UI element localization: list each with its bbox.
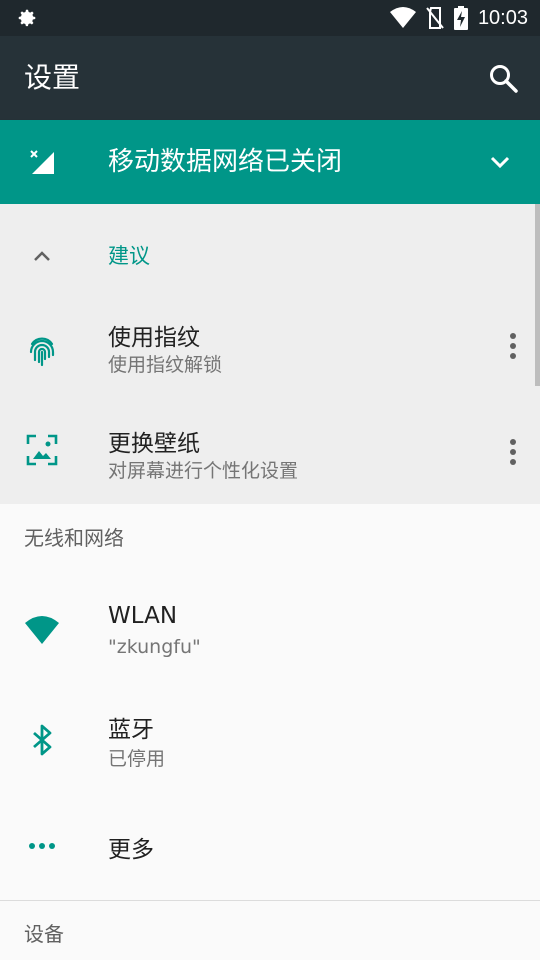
suggestions-header[interactable]: 建议 bbox=[0, 204, 540, 304]
setting-bluetooth[interactable]: 蓝牙 已停用 bbox=[0, 690, 540, 800]
section-header-wireless: 无线和网络 bbox=[24, 526, 124, 550]
page-title: 设置 bbox=[24, 61, 81, 94]
bluetooth-icon bbox=[33, 724, 52, 756]
mobile-data-off-icon bbox=[30, 150, 54, 174]
more-vert-icon[interactable] bbox=[508, 332, 518, 362]
wifi-signal-icon bbox=[389, 7, 416, 28]
setting-wlan[interactable]: WLAN "zkungfu" bbox=[0, 570, 540, 690]
settings-gear-icon bbox=[18, 9, 36, 27]
suggestion-subtitle: 对屏幕进行个性化设置 bbox=[108, 460, 299, 482]
section-divider bbox=[0, 900, 540, 901]
search-icon[interactable] bbox=[488, 63, 518, 93]
suggestion-title: 使用指纹 bbox=[108, 325, 200, 351]
status-bar: 10:03 bbox=[0, 0, 540, 36]
clock: 10:03 bbox=[477, 6, 528, 29]
chevron-down-icon[interactable] bbox=[488, 150, 512, 174]
mobile-data-off-banner[interactable]: 移动数据网络已关闭 bbox=[0, 120, 540, 204]
suggestion-fingerprint[interactable]: 使用指纹 使用指纹解锁 bbox=[0, 304, 540, 404]
suggestions-label: 建议 bbox=[108, 244, 150, 268]
suggestion-wallpaper[interactable]: 更换壁纸 对屏幕进行个性化设置 bbox=[0, 404, 540, 504]
suggestions-panel: 建议 使用指纹 使用指纹解锁 更换壁纸 对屏幕进行个性化设置 bbox=[0, 204, 540, 504]
setting-title: WLAN bbox=[108, 603, 178, 629]
fingerprint-icon bbox=[29, 337, 55, 367]
setting-subtitle: 已停用 bbox=[108, 748, 166, 770]
scrollbar[interactable] bbox=[535, 204, 540, 386]
chevron-up-icon[interactable] bbox=[30, 244, 54, 268]
more-horiz-icon bbox=[29, 843, 55, 849]
setting-title: 蓝牙 bbox=[108, 717, 154, 743]
no-sim-icon bbox=[426, 7, 444, 29]
wifi-icon bbox=[25, 616, 59, 644]
app-bar: 设置 bbox=[0, 36, 540, 120]
banner-label: 移动数据网络已关闭 bbox=[108, 147, 343, 177]
wallpaper-icon bbox=[26, 434, 58, 466]
more-vert-icon[interactable] bbox=[508, 438, 518, 468]
battery-charging-icon bbox=[453, 6, 468, 30]
suggestion-title: 更换壁纸 bbox=[108, 431, 200, 457]
section-header-device: 设备 bbox=[24, 922, 64, 946]
setting-subtitle: "zkungfu" bbox=[108, 636, 201, 658]
setting-title: 更多 bbox=[108, 837, 154, 863]
setting-more[interactable]: 更多 bbox=[0, 800, 540, 900]
suggestion-subtitle: 使用指纹解锁 bbox=[108, 354, 223, 376]
